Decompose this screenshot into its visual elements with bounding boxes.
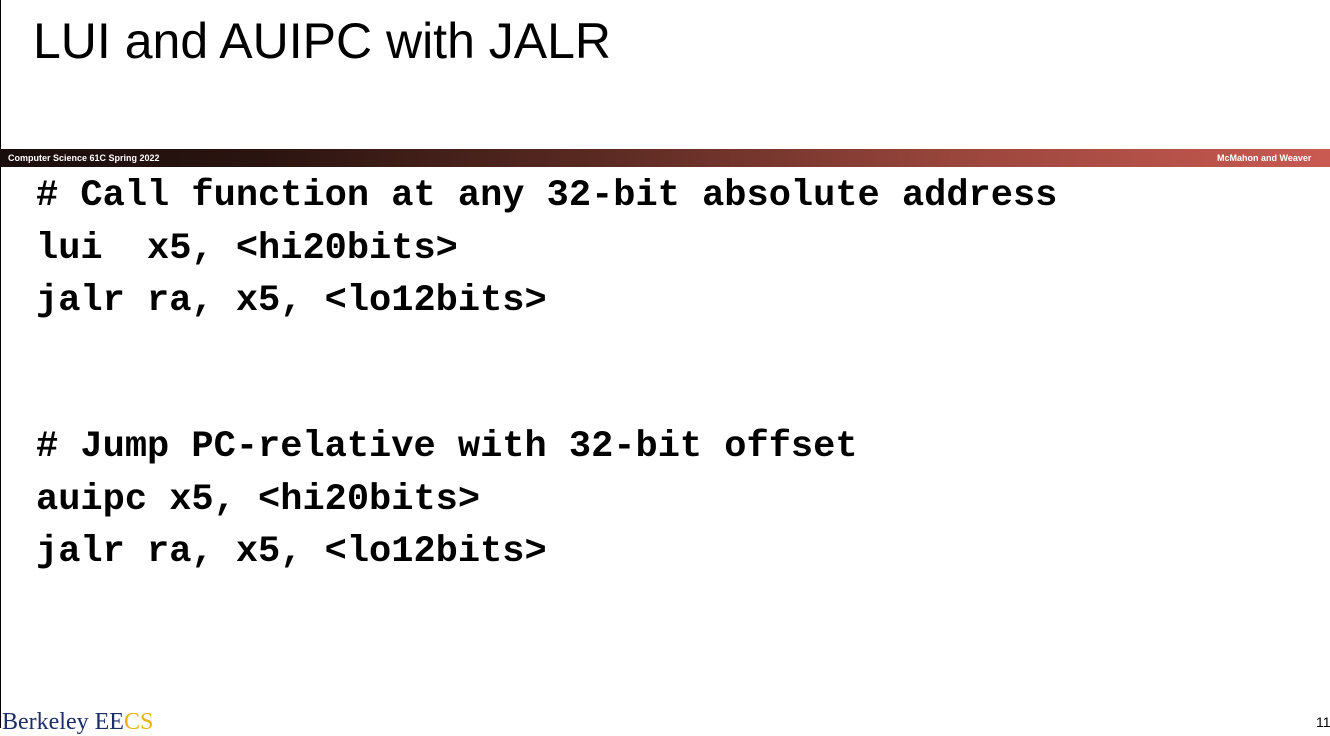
code-line-jalr-1: jalr ra, x5, <lo12bits> [36,280,547,322]
code-line-jalr-2: jalr ra, x5, <lo12bits> [36,531,547,573]
code-line-auipc: auipc x5, <hi20bits> [36,479,481,521]
code-line-lui: lui x5, <hi20bits> [36,228,458,270]
instructor-names: McMahon and Weaver [1217,153,1312,163]
berkeley-eecs-logo: Berkeley EECS [2,708,153,736]
course-name: Computer Science 61C Spring 2022 [8,153,160,163]
code-comment-absolute-call: # Call function at any 32-bit absolute a… [36,175,1058,217]
course-banner: Computer Science 61C Spring 2022 McMahon… [0,149,1330,167]
logo-berkeley-text: Berkeley [2,709,95,735]
slide-title: LUI and AUIPC with JALR [33,13,612,69]
logo-ee-text: EE [94,709,124,735]
slide-left-border [0,0,1,728]
code-comment-pc-relative: # Jump PC-relative with 32-bit offset [36,426,858,468]
logo-cs-text: CS [123,709,154,735]
